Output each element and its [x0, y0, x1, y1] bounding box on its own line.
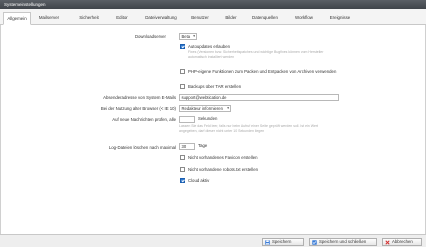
save-close-icon [312, 239, 317, 245]
tab-workflow[interactable]: Workflow [292, 12, 316, 25]
tab-mailserver[interactable]: Mailserver [35, 12, 63, 25]
footer-bar: Speichern Speichern und schließen Abbrec… [0, 234, 426, 247]
window-title: Systemeinstellungen [0, 0, 426, 9]
tab-bilder[interactable]: Bilder [222, 12, 240, 25]
php-functions-label: PHP-eigene Funktionen zum Packen und Ent… [188, 69, 337, 74]
save-button-label: Speichern [272, 239, 292, 244]
tab-editor[interactable]: Editor [112, 12, 132, 25]
chevron-down-icon: ▾ [193, 34, 195, 38]
save-button[interactable]: Speichern [262, 238, 304, 246]
robots-checkbox[interactable] [180, 167, 185, 172]
autoupdates-label: Autoupdates erlauben [188, 44, 231, 49]
settings-panel: Downloadserver Beta ▾ Autoupdates erlaub… [0, 25, 426, 234]
sender-address-input[interactable]: support@webtication.de [179, 94, 339, 101]
cancel-button-label: Abbrechen [392, 239, 413, 244]
php-functions-checkbox[interactable] [180, 69, 185, 74]
old-browser-select[interactable]: Redakteur informieren ▾ [179, 105, 231, 112]
check-messages-label: Auf neue Nachrichten prüfen, alle [112, 117, 176, 122]
backups-tar-label: Backups über TAR erstellen [188, 84, 242, 89]
sender-address-label: Absenderadresse von System E-Mails [103, 95, 176, 100]
tab-benutzer[interactable]: Benutzer [187, 12, 213, 25]
check-messages-unit: Sekunden [198, 116, 218, 121]
chevron-down-icon: ▾ [227, 106, 229, 110]
backups-tar-checkbox[interactable] [180, 84, 185, 89]
tab-ereignisse[interactable]: Ereignisse [326, 12, 354, 25]
delete-logs-label: Log-Dateien löschen nach maximal [108, 145, 176, 150]
cloud-checkbox[interactable] [180, 178, 185, 183]
favicon-label: Nicht vorhandenes Favicon erstellen [188, 155, 258, 160]
favicon-checkbox[interactable] [180, 155, 185, 160]
delete-logs-unit: Tage [198, 143, 208, 148]
tab-sicherheit[interactable]: Sicherheit [75, 12, 103, 25]
download-server-select[interactable]: Beta ▾ [179, 33, 197, 40]
check-messages-hint: Lassen Sie das Feld leer, falls nur beim… [179, 124, 319, 133]
tab-datenquellen[interactable]: Datenquellen [248, 12, 282, 25]
save-and-close-button[interactable]: Speichern und schließen [309, 238, 377, 246]
close-icon [385, 239, 390, 245]
old-browser-value: Redakteur informieren [181, 106, 223, 111]
cancel-button[interactable]: Abbrechen [382, 238, 422, 246]
floppy-disk-icon [265, 239, 270, 245]
autoupdates-checkbox[interactable] [180, 44, 185, 49]
old-browser-label: Bei der Nutzung alter Browser (< IE 10) [100, 106, 176, 111]
tab-allgemein[interactable]: Allgemein [3, 12, 31, 25]
cloud-label: Cloud aktiv [188, 178, 210, 183]
robots-label: Nicht vorhandene robots.txt erstellen [188, 167, 258, 172]
tab-dateiverwaltung[interactable]: Dateiverwaltung [140, 12, 182, 25]
tab-bar: Allgemein Mailserver Sicherheit Editor D… [0, 9, 426, 25]
check-messages-input[interactable] [179, 116, 195, 123]
autoupdates-hint: Fixes (Versionen bzw. Sicherheitspatches… [188, 50, 324, 59]
delete-logs-input[interactable]: 30 [179, 143, 195, 150]
download-server-label: Downloadserver [134, 34, 166, 39]
save-and-close-button-label: Speichern und schließen [319, 239, 367, 244]
download-server-value: Beta [181, 34, 191, 39]
